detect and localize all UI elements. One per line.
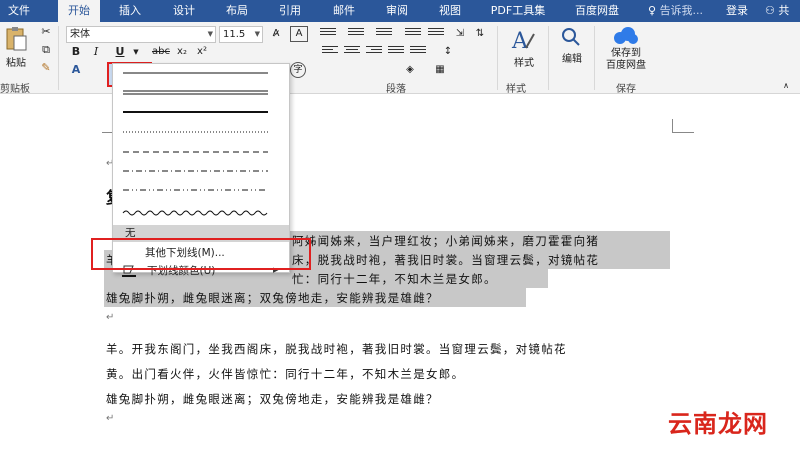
chevron-down-icon: ▼ <box>254 30 260 38</box>
line-spacing-icon[interactable]: ↕ <box>440 44 456 60</box>
doc-line: 忙：同行十二年，不知木兰是女郎。 <box>292 272 497 286</box>
styles-label: 样式 <box>514 58 534 69</box>
doc-line: 床，脱我战时袍，著我旧时裳。当窗理云鬓，对镜帖花 <box>292 253 600 267</box>
cut-icon[interactable]: ✂ <box>38 24 54 40</box>
group-divider <box>58 26 59 90</box>
lightbulb-icon: ♀ <box>648 4 657 17</box>
chinese-layout-icon[interactable]: ⇲ <box>452 26 468 42</box>
multilevel-list-icon[interactable] <box>376 26 392 40</box>
underline-dropdown-arrow[interactable]: ▼ <box>128 44 144 60</box>
tab-insert[interactable]: 插入 <box>108 0 152 22</box>
doc-line: 雄兔脚扑朔，雌兔眼迷离；双兔傍地走，安能辨我是雄雌？ <box>106 392 439 406</box>
tell-me-label: 告诉我... <box>659 4 704 17</box>
styles-icon[interactable]: A <box>510 26 538 54</box>
font-name-combo[interactable]: 宋体 ▼ <box>66 26 216 43</box>
clear-format-icon[interactable]: A̷ <box>268 26 284 42</box>
save-group-label: 保存 <box>616 84 636 95</box>
tell-me-box[interactable]: ♀ 告诉我... <box>648 0 703 22</box>
align-right-icon[interactable] <box>366 44 382 58</box>
justify-icon[interactable] <box>388 44 404 58</box>
superscript-button[interactable]: x² <box>194 44 210 60</box>
tab-view[interactable]: 视图 <box>428 0 472 22</box>
align-center-icon[interactable] <box>344 44 360 58</box>
group-divider <box>594 26 595 90</box>
doc-line: 羊。开我东阁门，坐我西阁床，脱我战时袍，著我旧时裳。当窗理云鬓，对镜帖花 <box>106 342 567 356</box>
underline-style-options <box>122 72 268 216</box>
font-name-value: 宋体 <box>70 29 90 40</box>
ribbon-tab-bar: 文件 开始 插入 设计 布局 引用 邮件 审阅 视图 PDF工具集 百度网盘 ♀… <box>0 0 800 22</box>
group-divider <box>497 26 498 90</box>
share-label: 共 <box>778 4 790 17</box>
save-to-baidu-label: 保存到 百度网盘 <box>606 48 646 71</box>
sort-icon[interactable]: ⇅ <box>472 26 488 42</box>
chevron-down-icon: ▼ <box>207 30 213 38</box>
font-size-combo[interactable]: 11.5 ▼ <box>219 26 263 43</box>
margin-corner-top-right <box>672 119 694 133</box>
bold-button[interactable]: B <box>68 44 84 60</box>
tab-layout[interactable]: 布局 <box>215 0 259 22</box>
watermark-logo: 云南龙网 <box>668 410 768 438</box>
underline-button[interactable]: U <box>112 44 128 60</box>
tab-file[interactable]: 文件 <box>2 0 36 22</box>
share-button[interactable]: ⚇ 共 <box>765 0 789 22</box>
paragraph-mark: ↵ <box>106 312 115 323</box>
format-painter-icon[interactable]: ✎ <box>38 60 54 76</box>
strikethrough-button[interactable]: abc <box>150 44 172 60</box>
text-effects-icon[interactable]: A <box>68 62 84 78</box>
paste-label: 粘贴 <box>6 58 26 69</box>
tab-mailings[interactable]: 邮件 <box>322 0 366 22</box>
cloud-icon[interactable] <box>612 26 640 46</box>
tab-home[interactable]: 开始 <box>58 0 100 22</box>
bullets-icon[interactable] <box>320 26 336 40</box>
borders-icon[interactable]: ▦ <box>432 62 448 78</box>
svg-text:A: A <box>511 29 529 54</box>
edit-label: 编辑 <box>562 54 582 65</box>
magnifier-icon[interactable] <box>560 26 582 48</box>
enclose-char-icon[interactable]: 字 <box>290 62 306 78</box>
tab-baidu-netdisk[interactable]: 百度网盘 <box>565 0 629 22</box>
collapse-ribbon-icon[interactable]: ∧ <box>778 78 794 94</box>
tab-pdf-tools[interactable]: PDF工具集 <box>483 0 553 22</box>
paste-icon[interactable] <box>4 26 28 52</box>
person-icon: ⚇ <box>765 4 775 17</box>
distributed-icon[interactable] <box>410 44 426 58</box>
align-left-icon[interactable] <box>322 44 338 58</box>
tab-review[interactable]: 审阅 <box>375 0 419 22</box>
increase-indent-icon[interactable] <box>428 26 444 40</box>
copy-icon[interactable]: ⧉ <box>38 42 54 58</box>
numbering-icon[interactable] <box>348 26 364 40</box>
italic-button[interactable]: I <box>88 44 104 60</box>
char-border-icon[interactable]: A <box>290 26 308 42</box>
subscript-button[interactable]: x₂ <box>174 44 190 60</box>
paragraph-mark: ↵ <box>106 413 115 424</box>
shading-icon[interactable]: ◈ <box>402 62 418 78</box>
underline-double[interactable] <box>123 90 268 95</box>
tab-design[interactable]: 设计 <box>162 0 206 22</box>
font-size-value: 11.5 <box>223 29 246 40</box>
clipboard-group-label: 剪贴板 <box>0 84 30 95</box>
decrease-indent-icon[interactable] <box>405 26 421 40</box>
paragraph-group-label: 段落 <box>386 84 406 95</box>
underline-wavy[interactable] <box>122 210 268 216</box>
doc-line: 雄兔脚扑朔，雌兔眼迷离；双兔傍地走，安能辨我是雄雌？ <box>106 291 439 305</box>
doc-line: 黄。出门看火伴，火伴皆惊忙：同行十二年，不知木兰是女郎。 <box>106 367 465 381</box>
tab-references[interactable]: 引用 <box>268 0 312 22</box>
login-link[interactable]: 登录 <box>726 0 748 22</box>
more-underlines-highlight <box>91 238 311 270</box>
doc-line: 阿姊闻姊来，当户理红妆；小弟闻姊来，磨刀霍霍向猪 <box>292 234 600 248</box>
styles-group-label: 样式 <box>506 84 526 95</box>
group-divider <box>548 26 549 90</box>
